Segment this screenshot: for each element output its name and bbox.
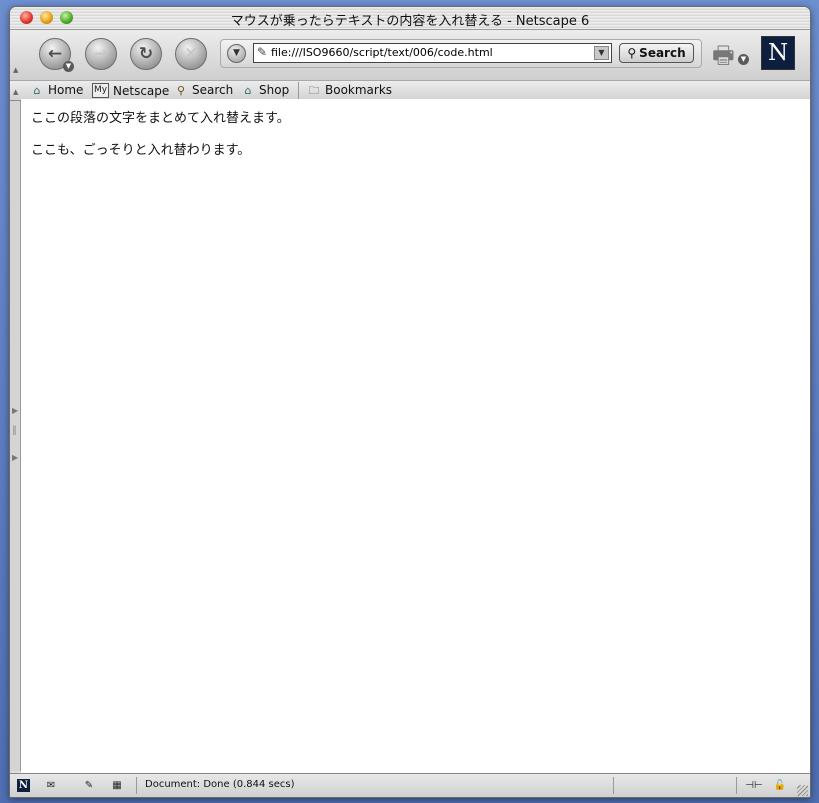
status-separator <box>736 777 737 794</box>
personal-item-home[interactable]: ⌂ Home <box>30 83 84 97</box>
online-connection-icon[interactable]: ⊣⊢ <box>742 779 766 792</box>
resize-handle[interactable] <box>797 785 808 796</box>
personal-item-label: Search <box>192 83 234 97</box>
back-arrow-icon: ← <box>47 44 63 64</box>
printer-icon: 🖶 <box>712 41 735 69</box>
personal-item-label: Home <box>48 83 84 97</box>
sidebar-open-arrow-icon[interactable]: ▶ <box>12 406 18 415</box>
paragraph-first: ここの段落の文字をまとめて入れ替えます。 <box>31 111 290 126</box>
my-netscape-icon: My <box>92 83 109 98</box>
title-bar[interactable]: マウスが乗ったらテキストの内容を入れ替える - Netscape 6 <box>10 7 810 30</box>
security-lock-icon[interactable]: 🔓 <box>773 779 787 792</box>
forward-button[interactable]: → <box>85 38 117 70</box>
status-text: Document: Done (0.844 secs) <box>145 779 295 790</box>
personal-item-my-netscape[interactable]: My Netscape <box>92 83 169 98</box>
personal-item-label: Netscape <box>113 83 170 98</box>
sidebar-open-arrow-icon[interactable]: ▶ <box>12 453 18 462</box>
sidebar-grip-icon[interactable]: ║ <box>12 426 17 435</box>
page-proxy-icon[interactable]: ✎ <box>257 45 267 59</box>
stop-button[interactable]: ✕ <box>175 38 207 70</box>
toolbar-collapse-grip[interactable]: ▲ <box>13 66 21 74</box>
stop-icon: ✕ <box>183 44 199 64</box>
toolbar-separator <box>298 82 299 99</box>
back-button[interactable]: ← ▼ <box>39 38 74 72</box>
shop-icon: ⌂ <box>244 83 252 97</box>
browser-window: マウスが乗ったらテキストの内容を入れ替える - Netscape 6 ▲ ← ▼… <box>9 6 811 798</box>
personal-toolbar-grip[interactable]: ▲ <box>13 88 21 96</box>
folder-icon: 🗀 <box>308 83 320 97</box>
window-title: マウスが乗ったらテキストの内容を入れ替える - Netscape 6 <box>230 14 590 29</box>
address-bar-group: ▼ ✎ file:///ISO9660/script/text/006/code… <box>220 39 702 68</box>
mail-icon[interactable]: ✉ <box>42 779 60 792</box>
composer-icon[interactable]: ▦ <box>108 779 126 792</box>
reload-button[interactable]: ↻ <box>130 38 162 70</box>
personal-toolbar: ▲ ⌂ Home My Netscape ⚲ Search ⌂ Shop 🗀 B… <box>10 81 810 101</box>
home-icon: ⌂ <box>33 83 41 97</box>
history-dropdown-button[interactable]: ▼ <box>227 44 246 63</box>
personal-item-bookmarks[interactable]: 🗀 Bookmarks <box>307 83 393 97</box>
netscape-logo-icon[interactable]: N <box>761 36 795 70</box>
status-bar: N ✉ ✎ ▦ Document: Done (0.844 secs) ⊣⊢ 🔓 <box>10 773 810 797</box>
reload-icon: ↻ <box>138 44 154 64</box>
personal-item-search[interactable]: ⚲ Search <box>174 83 233 97</box>
status-separator <box>136 777 137 794</box>
sidebar-collapse-strip[interactable]: ▶ ║ ▶ <box>10 101 21 771</box>
personal-item-shop[interactable]: ⌂ Shop <box>241 83 290 97</box>
search-icon: ⚲ <box>176 83 186 97</box>
netscape-component-icon[interactable]: N <box>17 779 30 792</box>
magnifier-icon: ⚲ <box>627 46 637 60</box>
search-button[interactable]: ⚲ Search <box>619 43 694 63</box>
forward-arrow-icon: → <box>93 44 109 64</box>
print-dropdown-icon[interactable]: ▼ <box>738 54 749 65</box>
status-separator <box>613 777 614 794</box>
back-history-dropdown-icon[interactable]: ▼ <box>63 61 74 72</box>
personal-item-label: Bookmarks <box>325 83 393 97</box>
url-text: file:///ISO9660/script/text/006/code.htm… <box>271 46 493 59</box>
search-button-label: Search <box>639 46 686 60</box>
paragraph-second: ここも、ごっそりと入れ替わります。 <box>31 143 251 158</box>
print-button[interactable]: 🖶 ▼ <box>712 38 749 79</box>
personal-item-label: Shop <box>259 83 290 97</box>
instant-messenger-icon[interactable]: ✎ <box>80 779 98 792</box>
page-content: ここの段落の文字をまとめて入れ替えます。 ここも、ごっそりと入れ替わります。 <box>21 99 810 773</box>
url-input[interactable]: ✎ file:///ISO9660/script/text/006/code.h… <box>253 43 612 63</box>
navigation-toolbar: ▲ ← ▼ → ↻ ✕ ▼ ✎ file:///ISO9660/script/t… <box>10 30 810 81</box>
url-dropdown-icon[interactable]: ▼ <box>594 46 609 60</box>
